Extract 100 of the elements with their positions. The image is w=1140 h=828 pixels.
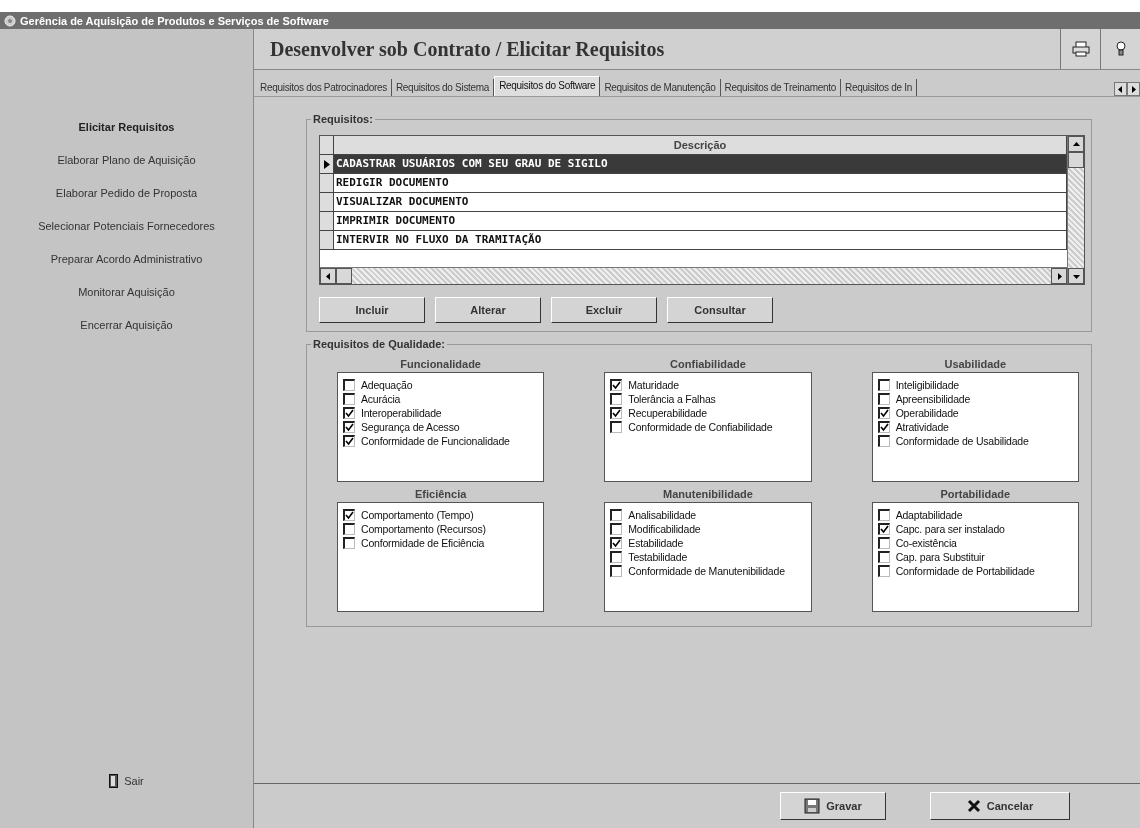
checkbox-label: Estabilidade: [628, 537, 684, 549]
checkbox[interactable]: [610, 551, 623, 563]
checkbox-label: Conformidade de Manutenibilidade: [628, 565, 785, 577]
checkbox-label: Comportamento (Tempo): [361, 509, 474, 521]
up-arrow-icon: [1072, 141, 1080, 147]
checkbox[interactable]: [877, 435, 890, 447]
checkbox-label: Adequação: [361, 379, 413, 391]
checkbox-label: Conformidade de Eficiência: [361, 537, 485, 549]
sidebar-item[interactable]: Selecionar Potenciais Fornecedores: [38, 218, 215, 234]
right-arrow-icon: [1131, 85, 1136, 93]
door-icon: [109, 774, 119, 788]
checkbox-label: Adaptabilidade: [895, 509, 963, 521]
category-title: Portabilidade: [939, 487, 1012, 502]
scroll-thumb[interactable]: [336, 268, 352, 284]
checkbox-label: Conformidade de Usabilidade: [895, 435, 1029, 447]
action-button[interactable]: Excluir: [551, 297, 657, 323]
checkbox[interactable]: [343, 523, 355, 535]
tab-scroll-left[interactable]: [1114, 82, 1127, 96]
sidebar-item[interactable]: Elaborar Plano de Aquisição: [57, 152, 196, 168]
group-label: Requisitos:: [312, 113, 374, 125]
checkbox[interactable]: [877, 421, 890, 433]
checkbox-label: Conformidade de Confiabilidade: [628, 421, 773, 433]
checkbox-label: Capc. para ser instalado: [895, 523, 1005, 535]
checkbox[interactable]: [610, 523, 623, 535]
category-title: Usabilidade: [943, 357, 1008, 372]
sidebar-item[interactable]: Elicitar Requisitos: [78, 119, 175, 135]
tab[interactable]: Requisitos dos Patrocinadores: [256, 79, 392, 96]
action-button[interactable]: Consultar: [667, 297, 773, 323]
checkbox-label: Testabilidade: [628, 551, 688, 563]
checkbox[interactable]: [343, 435, 355, 447]
checkbox-label: Co-existência: [895, 537, 957, 549]
sidebar-item[interactable]: Preparar Acordo Administrativo: [50, 251, 203, 267]
action-button[interactable]: Incluir: [319, 297, 425, 323]
category-title: Funcionalidade: [399, 357, 482, 372]
checkbox-label: Apreensibilidade: [895, 393, 971, 405]
checkbox-label: Cap. para Substituir: [895, 551, 985, 563]
checkbox[interactable]: [343, 537, 355, 549]
checkbox[interactable]: [877, 393, 890, 405]
cancel-button[interactable]: Cancelar: [930, 792, 1070, 820]
checkbox[interactable]: [610, 421, 623, 433]
checkbox[interactable]: [343, 393, 355, 405]
current-row-icon: [323, 159, 330, 169]
checkbox[interactable]: [877, 537, 890, 549]
action-button[interactable]: Alterar: [435, 297, 541, 323]
checkbox-label: Analisabilidade: [628, 509, 696, 521]
checkbox[interactable]: [343, 421, 355, 433]
tab[interactable]: Requisitos de Treinamento: [720, 79, 842, 96]
checkbox[interactable]: [610, 407, 623, 419]
save-button[interactable]: Gravar: [780, 792, 886, 820]
checkbox-label: Modificabilidade: [628, 523, 701, 535]
scroll-down-button[interactable]: [1068, 268, 1084, 284]
checkbox[interactable]: [610, 509, 623, 521]
checkbox-label: Comportamento (Recursos): [361, 523, 486, 535]
tab-scroll-right[interactable]: [1127, 82, 1140, 96]
checkbox[interactable]: [877, 565, 890, 577]
scroll-left-button[interactable]: [320, 268, 336, 284]
tab[interactable]: Requisitos de In: [841, 79, 917, 96]
tab[interactable]: Requisitos de Manutenção: [600, 79, 721, 96]
scroll-thumb[interactable]: [1068, 152, 1084, 168]
checkbox[interactable]: [610, 393, 623, 405]
checkbox[interactable]: [877, 509, 890, 521]
checkbox-label: Tolerância a Falhas: [628, 393, 716, 405]
close-icon: [966, 799, 981, 813]
exit-button[interactable]: Sair: [109, 774, 144, 788]
table-cell[interactable]: CADASTRAR USUÁRIOS COM SEU GRAU DE SIGILO: [334, 155, 1067, 173]
page-title: Desenvolver sob Contrato / Elicitar Requisitos: [270, 37, 665, 61]
checkbox-label: Conformidade de Funcionalidade: [361, 435, 510, 447]
checkbox-label: Interoperabilidade: [361, 407, 442, 419]
checkbox[interactable]: [877, 379, 890, 391]
checkbox[interactable]: [343, 407, 355, 419]
left-arrow-icon: [325, 272, 331, 280]
printer-icon: [1071, 41, 1090, 57]
checkbox[interactable]: [343, 379, 355, 391]
checkbox-label: Inteligibilidade: [895, 379, 959, 391]
checkbox[interactable]: [877, 407, 890, 419]
help-button[interactable]: [1100, 29, 1140, 69]
sidebar-item[interactable]: Monitorar Aquisição: [78, 284, 175, 300]
app-icon: [4, 14, 16, 27]
down-arrow-icon: [1072, 273, 1080, 279]
checkbox[interactable]: [877, 551, 890, 563]
checkbox[interactable]: [877, 523, 890, 535]
checkbox[interactable]: [343, 509, 355, 521]
checkbox-label: Operabilidade: [895, 407, 959, 419]
checkbox-label: Recuperabilidade: [628, 407, 707, 419]
scroll-right-button[interactable]: [1051, 268, 1067, 284]
right-arrow-icon: [1056, 272, 1062, 280]
tab[interactable]: Requisitos do Software: [494, 76, 601, 96]
window-title: Gerência de Aquisição de Produtos e Serviços de Software: [20, 14, 329, 27]
left-arrow-icon: [1118, 85, 1123, 93]
sidebar-item[interactable]: Elaborar Pedido de Proposta: [55, 185, 198, 201]
checkbox[interactable]: [610, 565, 623, 577]
checkbox-label: Atratividade: [895, 421, 949, 433]
checkbox-label: Conformidade de Portabilidade: [895, 565, 1035, 577]
checkbox[interactable]: [610, 379, 623, 391]
vertical-scrollbar[interactable]: [1067, 136, 1084, 284]
print-button[interactable]: [1060, 29, 1100, 69]
checkbox[interactable]: [610, 537, 623, 549]
group-label: Requisitos de Qualidade:: [312, 338, 447, 350]
scroll-up-button[interactable]: [1068, 136, 1084, 152]
sidebar-item[interactable]: Encerrar Aquisição: [80, 317, 173, 333]
